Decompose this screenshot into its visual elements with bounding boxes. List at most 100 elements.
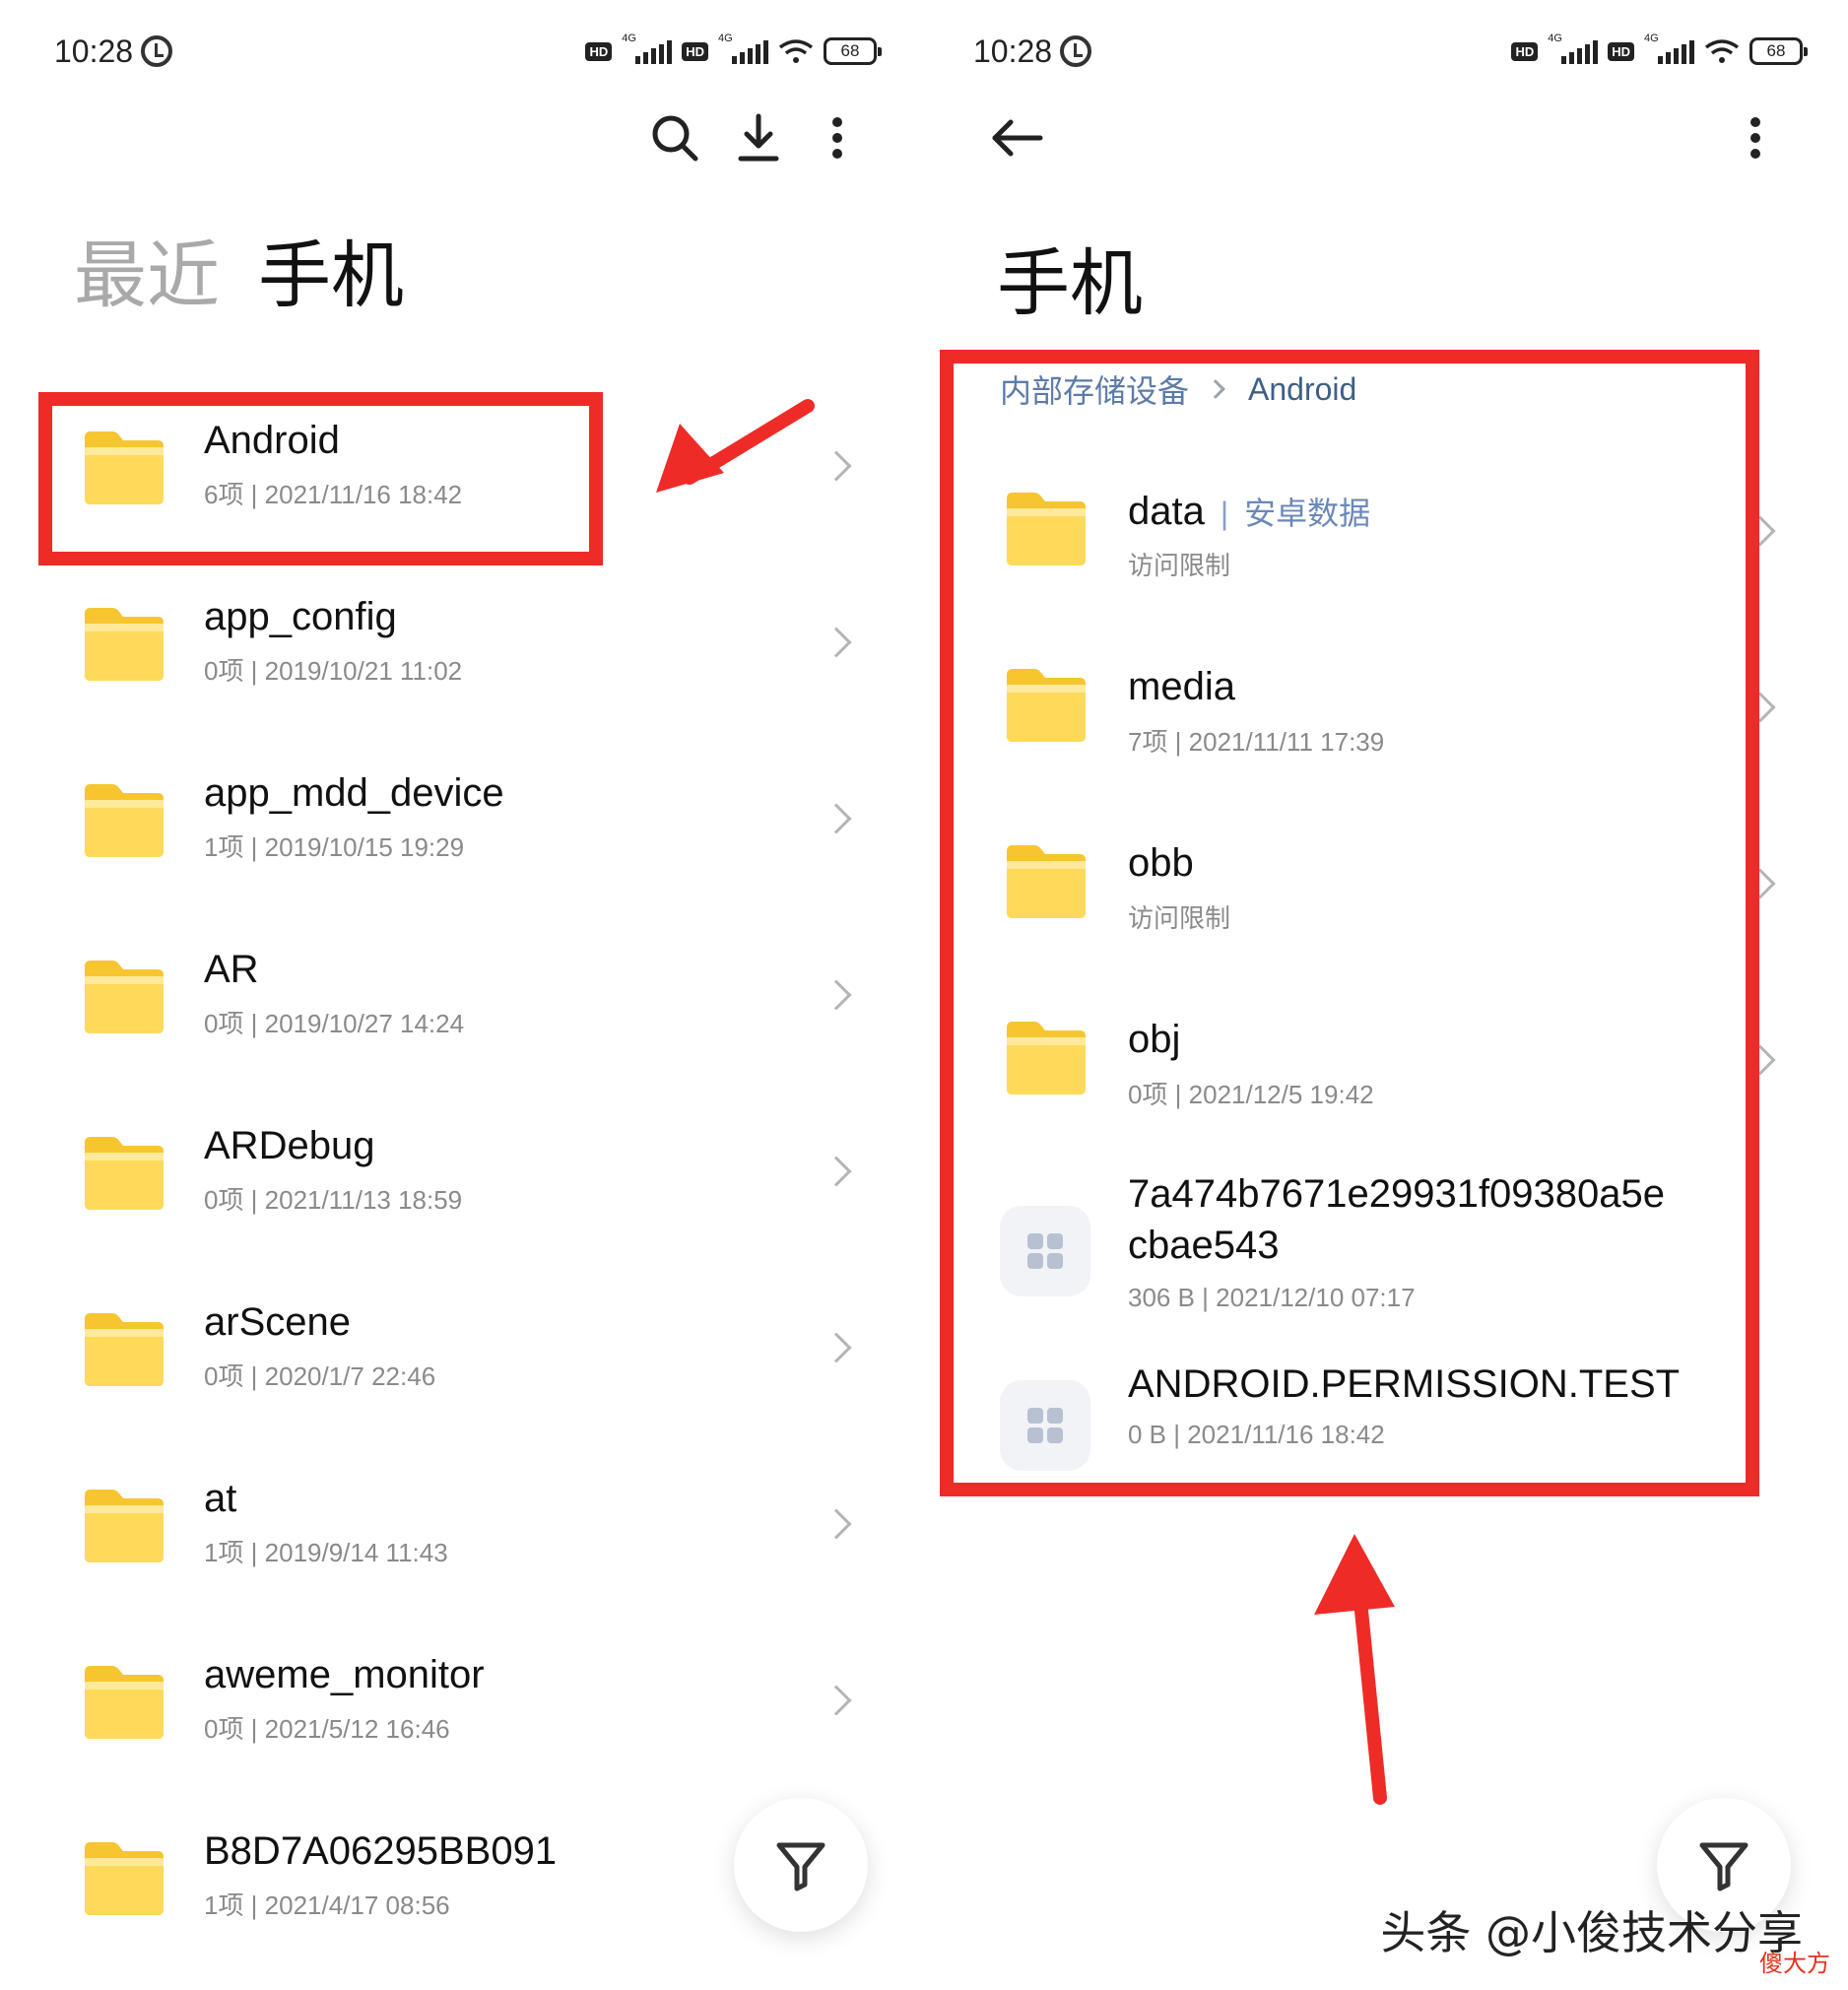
file-manager-phone-view: 10:28 HD 4G HD 4G 68 最近 手机 Android 6项 | … bbox=[0, 0, 916, 1990]
file-meta: 访问限制 bbox=[1128, 551, 1231, 580]
file-icon bbox=[1000, 1380, 1090, 1471]
file-name-line1: 7a474b7671e29931f09380a5e bbox=[1128, 1172, 1666, 1216]
folder-icon bbox=[81, 1662, 167, 1741]
status-indicators: HD 4G HD 4G 68 bbox=[585, 33, 882, 65]
file-meta: 0项 | 2021/5/12 16:46 bbox=[204, 1714, 450, 1744]
status-time: 10:28 bbox=[54, 33, 134, 69]
chevron-right-icon bbox=[821, 979, 852, 1011]
search-button[interactable] bbox=[645, 108, 704, 167]
file-meta: 306 B | 2021/12/10 07:17 bbox=[1128, 1283, 1416, 1312]
folder-icon bbox=[1003, 665, 1089, 744]
file-name: AR bbox=[204, 948, 259, 991]
file-meta: 0项 | 2021/11/13 18:59 bbox=[204, 1185, 463, 1215]
file-meta: 7项 | 2021/11/11 17:39 bbox=[1128, 727, 1385, 757]
file-row[interactable]: ARDebug 0项 | 2021/11/13 18:59 bbox=[0, 1096, 916, 1272]
folder-icon bbox=[81, 957, 167, 1035]
file-name-line2: cbae543 bbox=[1128, 1224, 1280, 1267]
file-tag: 安卓数据 bbox=[1244, 495, 1371, 532]
file-row[interactable]: obb 访问限制 bbox=[926, 796, 1842, 971]
back-button[interactable] bbox=[987, 108, 1046, 167]
filter-button[interactable] bbox=[734, 1798, 868, 1932]
file-list-android: data | 安卓数据 访问限制 media 7项 | 2021/11/11 17:39 o… bbox=[926, 443, 1842, 1527]
file-name: Android bbox=[204, 419, 340, 462]
file-row[interactable]: media 7项 | 2021/11/11 17:39 bbox=[926, 620, 1842, 795]
file-meta: 0项 | 2019/10/27 14:24 bbox=[204, 1009, 465, 1038]
alarm-icon-right bbox=[1060, 35, 1092, 67]
battery-icon: 68 bbox=[824, 37, 882, 65]
wifi-icon-right bbox=[1704, 39, 1740, 63]
file-meta: 6项 | 2021/11/16 18:42 bbox=[204, 480, 463, 509]
breadcrumb: 内部存储设备 Android bbox=[1000, 366, 1356, 412]
status-bar: 10:28 HD 4G HD 4G 68 bbox=[54, 28, 882, 75]
breadcrumb-current: Android bbox=[1248, 370, 1357, 407]
signal-icon: 4G bbox=[622, 33, 673, 64]
folder-icon bbox=[81, 780, 167, 859]
chevron-right-icon bbox=[1745, 515, 1776, 547]
folder-icon bbox=[81, 428, 167, 506]
hd-badge-2: HD bbox=[682, 41, 708, 61]
more-options-button-right[interactable] bbox=[1726, 108, 1785, 167]
wifi-icon bbox=[778, 39, 814, 63]
folder-icon bbox=[81, 1133, 167, 1212]
file-name: ARDebug bbox=[204, 1124, 375, 1167]
filter-icon bbox=[1699, 1842, 1749, 1891]
file-name: data bbox=[1128, 490, 1205, 533]
file-row[interactable]: obj 0项 | 2021/12/5 19:42 bbox=[926, 972, 1842, 1148]
signal-icon-2: 4G bbox=[718, 33, 768, 64]
file-name: obb bbox=[1128, 841, 1194, 885]
network-type-label-2: 4G bbox=[718, 33, 733, 44]
file-row[interactable]: at 1项 | 2019/9/14 11:43 bbox=[0, 1449, 916, 1625]
folder-icon bbox=[81, 1309, 167, 1388]
file-manager-android-folder-view: 10:28 HD 4G HD 4G 68 手机 内部存储设备 Android d… bbox=[926, 0, 1842, 1990]
file-name: arScene bbox=[204, 1300, 351, 1344]
file-row[interactable]: AR 0项 | 2019/10/27 14:24 bbox=[0, 920, 916, 1095]
more-options-button[interactable] bbox=[808, 108, 867, 167]
file-row[interactable]: arScene 0项 | 2020/1/7 22:46 bbox=[0, 1273, 916, 1448]
file-name: at bbox=[204, 1477, 237, 1520]
status-indicators-right: HD 4G HD 4G 68 bbox=[1511, 33, 1808, 65]
folder-icon bbox=[81, 1838, 167, 1917]
file-icon bbox=[1000, 1206, 1090, 1296]
folder-icon bbox=[81, 604, 167, 683]
battery-icon-right: 68 bbox=[1749, 37, 1808, 65]
tag-separator: | bbox=[1220, 496, 1229, 531]
hd-badge: HD bbox=[585, 41, 613, 61]
file-name: media bbox=[1128, 665, 1235, 708]
file-row[interactable]: data | 安卓数据 访问限制 bbox=[926, 443, 1842, 619]
red-arrow-annotation bbox=[656, 399, 815, 493]
folder-icon bbox=[1003, 489, 1089, 567]
alarm-icon bbox=[141, 35, 173, 67]
watermark-sub: 傻大方 bbox=[1759, 1950, 1830, 1977]
tab-phone[interactable]: 手机 bbox=[258, 217, 404, 322]
search-icon bbox=[652, 115, 698, 162]
filter-icon bbox=[776, 1842, 825, 1891]
file-row[interactable]: app_config 0项 | 2019/10/21 11:02 bbox=[0, 567, 916, 743]
more-vert-icon bbox=[1750, 117, 1760, 159]
file-row[interactable]: app_mdd_device 1项 | 2019/10/15 19:29 bbox=[0, 744, 916, 919]
file-meta: 1项 | 2021/4/17 08:56 bbox=[204, 1890, 450, 1920]
file-meta: 0项 | 2020/1/7 22:46 bbox=[204, 1361, 436, 1391]
file-meta: 1项 | 2019/10/15 19:29 bbox=[204, 832, 465, 862]
download-button[interactable] bbox=[729, 108, 788, 167]
file-name: aweme_monitor bbox=[204, 1653, 485, 1696]
red-arrow-annotation-up bbox=[1314, 1534, 1395, 1805]
file-row[interactable]: 7a474b7671e29931f09380a5e cbae543 306 B | … bbox=[926, 1149, 1842, 1336]
file-meta: 0 B | 2021/11/16 18:42 bbox=[1128, 1420, 1385, 1449]
breadcrumb-root[interactable]: 内部存储设备 bbox=[1000, 366, 1189, 412]
chevron-right-icon bbox=[821, 803, 852, 834]
chevron-right-icon bbox=[821, 1332, 852, 1363]
signal-icon-right-2: 4G bbox=[1644, 33, 1694, 64]
file-name: app_mdd_device bbox=[204, 771, 504, 815]
page-title: 手机 bbox=[997, 241, 1143, 326]
chevron-right-icon bbox=[1206, 379, 1225, 399]
file-name: obj bbox=[1128, 1018, 1181, 1061]
file-row[interactable]: ANDROID.PERMISSION.TEST 0 B | 2021/11/16 … bbox=[926, 1325, 1842, 1500]
more-vert-icon bbox=[832, 117, 842, 159]
file-row[interactable]: aweme_monitor 0项 | 2021/5/12 16:46 bbox=[0, 1625, 916, 1801]
chevron-right-icon bbox=[1745, 692, 1776, 723]
file-meta: 0项 | 2019/10/21 11:02 bbox=[204, 656, 463, 686]
tab-recent[interactable]: 最近 bbox=[74, 217, 220, 322]
file-list: Android 6项 | 2021/11/16 18:42 app_config 0项… bbox=[0, 391, 916, 1987]
status-time-right: 10:28 bbox=[973, 33, 1053, 69]
file-name: ANDROID.PERMISSION.TEST bbox=[1128, 1362, 1681, 1406]
